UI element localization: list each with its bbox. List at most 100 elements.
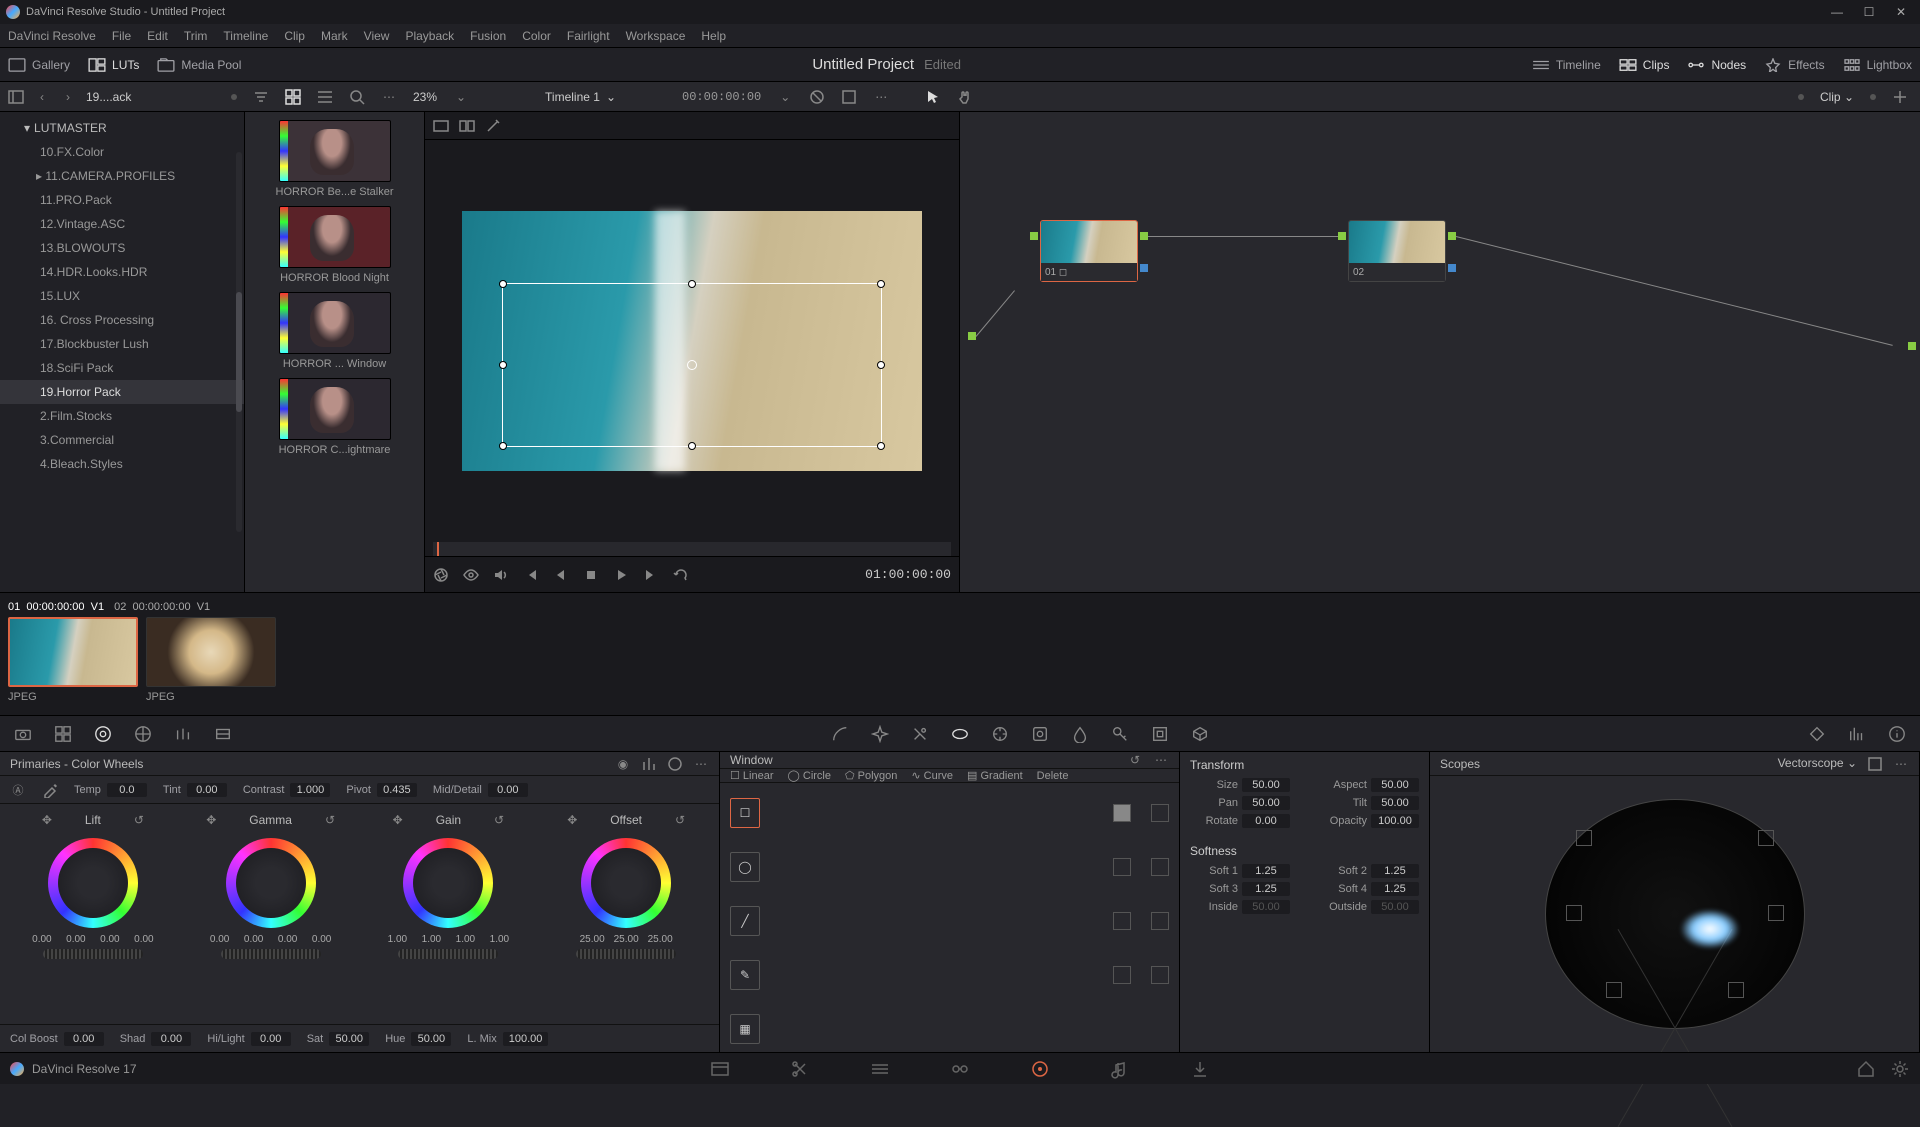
bypass-icon[interactable]: [809, 89, 825, 105]
node-out-connector[interactable]: [1140, 232, 1148, 240]
mid-value[interactable]: 0.00: [488, 783, 528, 797]
sidebar-scrollbar[interactable]: [236, 152, 242, 532]
gain-jog[interactable]: [398, 949, 498, 959]
next-clip-icon[interactable]: [643, 567, 659, 583]
graph-output-connector[interactable]: [1908, 342, 1916, 350]
temp-value[interactable]: 0.0: [107, 783, 147, 797]
window-shape-polygon[interactable]: ╱: [730, 901, 1169, 941]
node-alpha-connector[interactable]: [1448, 264, 1456, 272]
luts-button[interactable]: LUTs: [88, 58, 139, 72]
sort-icon[interactable]: [253, 89, 269, 105]
expand-icon[interactable]: [1867, 756, 1883, 772]
deliver-page-icon[interactable]: [1190, 1059, 1210, 1079]
sidebar-toggle-icon[interactable]: [8, 89, 24, 105]
effects-button[interactable]: Effects: [1764, 58, 1824, 72]
menu-item[interactable]: File: [112, 29, 131, 43]
window-shape-circle[interactable]: ◯: [730, 847, 1169, 887]
soft3-value[interactable]: 1.25: [1242, 882, 1290, 896]
soft4-value[interactable]: 1.25: [1371, 882, 1419, 896]
folder-item[interactable]: 13.BLOWOUTS: [0, 236, 244, 260]
tilt-value[interactable]: 50.00: [1371, 796, 1419, 810]
offset-jog[interactable]: [576, 949, 676, 959]
folder-item[interactable]: 17.Blockbuster Lush: [0, 332, 244, 356]
tint-value[interactable]: 0.00: [187, 783, 227, 797]
clips-button[interactable]: Clips: [1619, 58, 1670, 72]
more-icon[interactable]: ⋯: [693, 756, 709, 772]
gamma-jog[interactable]: [221, 949, 321, 959]
menu-item[interactable]: Fairlight: [567, 29, 610, 43]
menu-item[interactable]: Color: [522, 29, 551, 43]
qualifier-icon[interactable]: [909, 723, 931, 745]
viewer-split-icon[interactable]: [459, 118, 475, 134]
list-view-icon[interactable]: [317, 89, 333, 105]
picker-icon[interactable]: ✥: [564, 812, 580, 828]
curves-icon[interactable]: [829, 723, 851, 745]
size-value[interactable]: 50.00: [1242, 778, 1290, 792]
media-page-icon[interactable]: [710, 1059, 730, 1079]
fairlight-page-icon[interactable]: [1110, 1059, 1130, 1079]
folder-item[interactable]: 3.Commercial: [0, 428, 244, 452]
power-window-center-icon[interactable]: [687, 360, 697, 370]
node-02[interactable]: 02: [1348, 220, 1446, 282]
menu-item[interactable]: View: [364, 29, 390, 43]
node-in-connector[interactable]: [1030, 232, 1038, 240]
3d-icon[interactable]: [1189, 723, 1211, 745]
delete-button[interactable]: Delete: [1037, 770, 1069, 782]
viewer-mode-icon[interactable]: [433, 118, 449, 134]
node-out-connector[interactable]: [1448, 232, 1456, 240]
scope-type-dropdown[interactable]: Vectorscope ⌄: [1778, 756, 1857, 772]
folder-item[interactable]: 14.HDR.Looks.HDR: [0, 260, 244, 284]
search-icon[interactable]: [349, 89, 365, 105]
soft1-value[interactable]: 1.25: [1242, 864, 1290, 878]
clip-header[interactable]: 01 00:00:00:00 V1: [8, 601, 104, 613]
lift-jog[interactable]: [43, 949, 143, 959]
picker-icon[interactable]: ✥: [203, 812, 219, 828]
rotate-value[interactable]: 0.00: [1242, 814, 1290, 828]
node-01[interactable]: 01 ◻: [1040, 220, 1138, 282]
breadcrumb[interactable]: 19....ack: [86, 90, 221, 104]
lut-item[interactable]: HORROR Be...e Stalker: [253, 120, 416, 198]
camera-raw-icon[interactable]: [12, 723, 34, 745]
more-icon[interactable]: ⋯: [873, 89, 889, 105]
shape-tab-polygon[interactable]: ⬠ Polygon: [845, 769, 897, 782]
nodes-button[interactable]: Nodes: [1687, 58, 1746, 72]
viewer-canvas[interactable]: [425, 140, 959, 542]
window-shape-gradient[interactable]: ▦: [730, 1009, 1169, 1049]
nav-fwd-icon[interactable]: ›: [60, 89, 76, 105]
expand-panel-icon[interactable]: [1892, 89, 1908, 105]
window-shape-curve[interactable]: ✎: [730, 955, 1169, 995]
hdr-wheels-icon[interactable]: [132, 723, 154, 745]
warper-icon[interactable]: [869, 723, 891, 745]
gain-wheel[interactable]: [403, 838, 493, 928]
wand-icon[interactable]: [485, 118, 501, 134]
zoom-level[interactable]: 23%: [413, 90, 437, 104]
lightbox-button[interactable]: Lightbox: [1843, 58, 1912, 72]
folder-root[interactable]: ▾ LUTMASTER: [0, 116, 244, 140]
tracker-icon[interactable]: [989, 723, 1011, 745]
prev-clip-icon[interactable]: [523, 567, 539, 583]
menu-item[interactable]: DaVinci Resolve: [8, 29, 96, 43]
gallery-button[interactable]: Gallery: [8, 58, 70, 72]
vectorscope-display[interactable]: [1430, 776, 1919, 1052]
rgb-mixer-icon[interactable]: [172, 723, 194, 745]
color-wheels-icon[interactable]: [92, 723, 114, 745]
reset-icon[interactable]: ↺: [1127, 752, 1143, 768]
viewer-scrubber[interactable]: [433, 542, 951, 556]
timeline-selector[interactable]: Timeline 1 ⌄: [545, 90, 616, 104]
viewer-timecode[interactable]: 00:00:00:00: [682, 90, 761, 104]
node-alpha-connector[interactable]: [1140, 264, 1148, 272]
playhead-timecode[interactable]: 01:00:00:00: [865, 567, 951, 582]
picker-icon[interactable]: [42, 782, 58, 798]
folder-item[interactable]: 12.Vintage.ASC: [0, 212, 244, 236]
more-icon[interactable]: ⋯: [1893, 756, 1909, 772]
node-graph[interactable]: 01 ◻ 02: [960, 112, 1920, 592]
menu-item[interactable]: Trim: [184, 29, 208, 43]
bars-mode-icon[interactable]: [641, 756, 657, 772]
reset-icon[interactable]: ↺: [131, 812, 147, 828]
info-icon[interactable]: [1886, 723, 1908, 745]
minimize-button[interactable]: —: [1830, 5, 1844, 19]
picker-icon[interactable]: ✥: [39, 812, 55, 828]
reset-icon[interactable]: ↺: [672, 812, 688, 828]
menu-item[interactable]: Workspace: [626, 29, 686, 43]
lut-item[interactable]: HORROR Blood Night: [253, 206, 416, 284]
